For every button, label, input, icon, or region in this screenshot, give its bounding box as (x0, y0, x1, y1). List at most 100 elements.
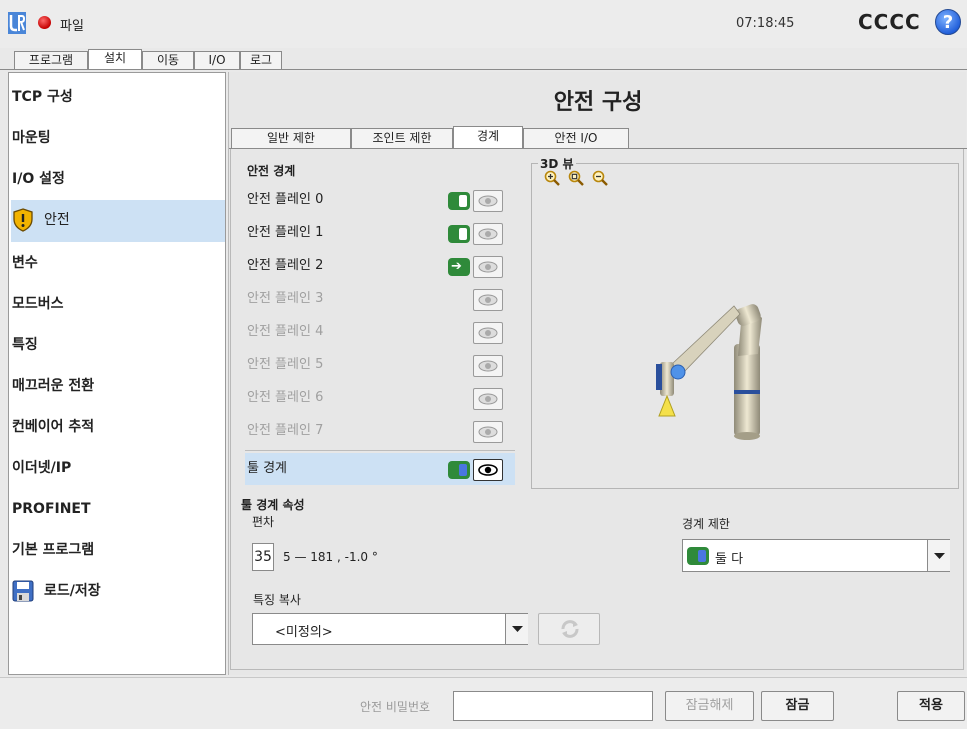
sidebar-item-variables[interactable]: 변수 (11, 243, 225, 283)
3d-view[interactable]: 3D 뷰 (531, 155, 959, 489)
eye-icon[interactable] (473, 459, 503, 481)
refresh-button[interactable] (538, 613, 600, 645)
limit-select[interactable]: 둘 다 (682, 539, 950, 572)
sidebar-item-modbus[interactable]: 모드버스 (11, 284, 225, 324)
tab-io[interactable]: I/O (194, 51, 240, 70)
tab-safety-io[interactable]: 안전 I/O (523, 128, 629, 148)
sidebar-item-label: 로드/저장 (44, 583, 101, 599)
safety-plane-0-row[interactable]: 안전 플레인 0 (245, 184, 515, 216)
deviation-range: 5 — 181 , -1.0 ° (283, 550, 378, 564)
bottom-bar: 안전 비밀번호 잠금해제 잠금 적용 (0, 677, 967, 729)
plane-enabled-toggle-icon[interactable] (448, 192, 470, 210)
sidebar-item-io-setup[interactable]: I/O 설정 (11, 159, 225, 199)
sidebar-item-label: 매끄러운 전환 (12, 378, 95, 394)
help-icon[interactable]: ? (935, 9, 961, 35)
tab-log[interactable]: 로그 (240, 51, 282, 70)
sidebar-item-features[interactable]: 특징 (11, 325, 225, 365)
safety-plane-5-row[interactable]: 안전 플레인 5 (245, 349, 515, 381)
safety-plane-3-row[interactable]: 안전 플레인 3 (245, 283, 515, 315)
zoom-in-icon[interactable] (544, 170, 560, 186)
content-panel: 안전 구성 일반 제한 조인트 제한 경계 안전 I/O 안전 경계 안전 플레… (228, 72, 967, 675)
eye-icon[interactable] (473, 256, 503, 278)
eye-icon[interactable] (473, 322, 503, 344)
sidebar-item-tcp[interactable]: TCP 구성 (11, 77, 225, 117)
clock: 07:18:45 (736, 16, 795, 31)
eye-icon[interactable] (473, 388, 503, 410)
robot-arm-model (656, 304, 762, 440)
sidebar-item-label: PROFINET (12, 501, 91, 517)
plane-label: 안전 플레인 3 (247, 291, 324, 306)
limit-value: 둘 다 (715, 552, 744, 567)
sidebar-item-default-program[interactable]: 기본 프로그램 (11, 530, 225, 570)
sidebar-item-conveyor[interactable]: 컨베이어 추적 (11, 407, 225, 447)
sidebar-item-load-save[interactable]: 로드/저장 (11, 571, 225, 611)
power-status-icon[interactable] (38, 16, 51, 29)
eye-icon[interactable] (473, 223, 503, 245)
deviation-input[interactable]: 35 (252, 543, 274, 571)
password-input[interactable] (453, 691, 653, 721)
sidebar-item-label: 특징 (12, 337, 38, 353)
limit-label: 경계 제한 (682, 517, 730, 531)
eye-icon[interactable] (473, 289, 503, 311)
tab-boundaries[interactable]: 경계 (453, 126, 523, 149)
plane-label: 안전 플레인 1 (247, 225, 324, 240)
file-menu[interactable]: 파일 (60, 15, 84, 34)
tab-joint-limits[interactable]: 조인트 제한 (351, 128, 453, 148)
plane-label: 툴 경계 (247, 461, 288, 476)
zoom-out-icon[interactable] (592, 170, 608, 186)
copy-feature-select[interactable]: <미정의> (252, 613, 528, 645)
ur-logo-icon (8, 12, 26, 34)
safety-plane-1-row[interactable]: 안전 플레인 1 (245, 217, 515, 249)
tool-boundary-row[interactable]: 툴 경계 (245, 453, 515, 485)
sidebar-item-ethernet-ip[interactable]: 이더넷/IP (11, 448, 225, 488)
plane-enabled-toggle-icon[interactable] (448, 225, 470, 243)
sidebar-item-label: 변수 (12, 255, 38, 271)
chevron-down-icon[interactable] (505, 614, 528, 644)
lock-button[interactable]: 잠금 (761, 691, 834, 721)
safety-shield-icon (13, 208, 33, 232)
unlock-button[interactable]: 잠금해제 (665, 691, 754, 721)
copy-feature-value: <미정의> (275, 625, 333, 640)
tabs-divider (0, 69, 967, 70)
plane-label: 안전 플레인 2 (247, 258, 324, 273)
sidebar: TCP 구성 마운팅 I/O 설정 안전 변수 모드버스 특징 매끄러운 전환 … (8, 72, 226, 675)
password-label: 안전 비밀번호 (360, 700, 431, 714)
boundaries-panel: 안전 경계 안전 플레인 0 안전 플레인 1 안전 플레인 2 ➔ 안전 플레… (230, 149, 964, 670)
plane-label: 안전 플레인 7 (247, 423, 324, 438)
sidebar-item-label: I/O 설정 (12, 171, 65, 187)
tool-boundary-toggle-icon[interactable] (448, 461, 470, 479)
divider (245, 450, 515, 451)
eye-icon[interactable] (473, 421, 503, 443)
plane-label: 안전 플레인 6 (247, 390, 324, 405)
tab-program[interactable]: 프로그램 (14, 51, 88, 70)
limit-toggle-icon (687, 547, 709, 565)
tab-move[interactable]: 이동 (142, 51, 194, 70)
safety-plane-2-row[interactable]: 안전 플레인 2 ➔ (245, 250, 515, 282)
chevron-down-icon[interactable] (927, 540, 950, 571)
apply-button[interactable]: 적용 (897, 691, 965, 721)
plane-label: 안전 플레인 5 (247, 357, 324, 372)
deviation-label: 편차 (252, 515, 275, 529)
eye-icon[interactable] (473, 190, 503, 212)
sidebar-item-smooth-transition[interactable]: 매끄러운 전환 (11, 366, 225, 406)
safety-plane-4-row[interactable]: 안전 플레인 4 (245, 316, 515, 348)
sidebar-item-label: 기본 프로그램 (12, 542, 95, 558)
sidebar-item-label: TCP 구성 (12, 89, 73, 105)
sidebar-item-mounting[interactable]: 마운팅 (11, 118, 225, 158)
sidebar-item-label: 안전 (44, 212, 70, 228)
tab-installation[interactable]: 설치 (88, 49, 142, 70)
sidebar-item-label: 모드버스 (12, 296, 64, 312)
plane-label: 안전 플레인 4 (247, 324, 324, 339)
refresh-icon (561, 620, 579, 638)
eye-icon[interactable] (473, 355, 503, 377)
safety-plane-7-row[interactable]: 안전 플레인 7 (245, 415, 515, 447)
sidebar-item-profinet[interactable]: PROFINET (11, 489, 225, 529)
zoom-fit-icon[interactable] (568, 170, 584, 186)
safety-plane-6-row[interactable]: 안전 플레인 6 (245, 382, 515, 414)
plane-label: 안전 플레인 0 (247, 192, 324, 207)
plane-trigger-icon[interactable]: ➔ (448, 258, 470, 276)
robot-name: CCCC (858, 10, 921, 34)
sidebar-item-safety[interactable]: 안전 (11, 200, 225, 242)
tab-general-limits[interactable]: 일반 제한 (231, 128, 351, 148)
boundaries-label: 안전 경계 (247, 164, 296, 178)
